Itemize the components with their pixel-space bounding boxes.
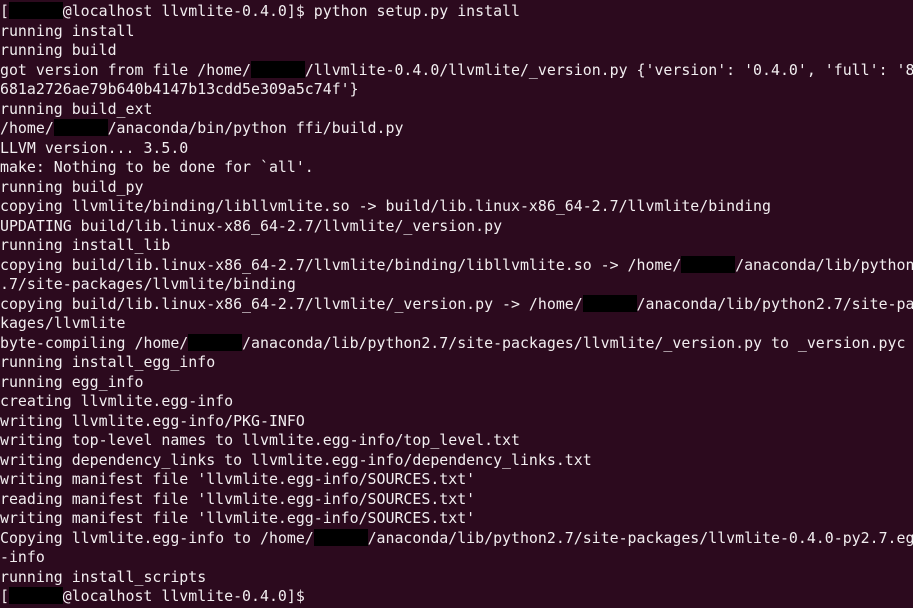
line-text: running install_lib	[0, 236, 171, 254]
line-text: writing manifest file 'llvmlite.egg-info…	[0, 470, 476, 488]
line-text: [	[0, 587, 9, 605]
line-text: running install_egg_info	[0, 353, 216, 371]
line-text: writing llvmlite.egg-info/PKG-INFO	[0, 411, 305, 430]
line-text: running build	[0, 41, 117, 59]
line-text: reading manifest file 'llvmlite.egg-info…	[0, 489, 476, 508]
redacted-username	[188, 333, 243, 351]
output-line: creating llvmlite.egg-info	[0, 392, 913, 412]
output-line: running build_py	[0, 178, 913, 198]
line-text: running build_ext	[0, 99, 153, 118]
output-line: byte-compiling /home/ /anaconda/lib/pytho…	[0, 333, 913, 354]
output-line: .7/site-packages/llvmlite/binding	[0, 275, 913, 295]
line-text: running install_scripts	[0, 567, 207, 586]
output-line: make: Nothing to be done for `all'.	[0, 158, 913, 178]
output-line: writing dependency_links to llvmlite.egg…	[0, 451, 913, 471]
output-line: running egg_info	[0, 373, 913, 393]
output-line: running install_lib	[0, 236, 913, 256]
line-text: [	[0, 2, 9, 20]
line-text: kages/llvmlite	[0, 314, 126, 332]
line-text: /anaconda/lib/python2	[735, 255, 913, 274]
line-text: running install	[0, 21, 135, 40]
line-text: copying build/lib.linux-x86_64-2.7/llvml…	[0, 255, 682, 274]
output-line: Copying llvmlite.egg-info to /home/ /anac…	[0, 528, 913, 549]
output-line: kages/llvmlite	[0, 314, 913, 334]
line-text: LLVM version... 3.5.0	[0, 138, 189, 157]
redacted-username	[251, 60, 305, 78]
output-line: running install_scripts	[0, 568, 913, 588]
output-line: writing top-level names to llvmlite.egg-…	[0, 431, 913, 451]
output-line: copying build/lib.linux-x86_64-2.7/llvml…	[0, 255, 913, 276]
line-text: /anaconda/bin/python ffi/build.py	[107, 119, 404, 137]
line-text: UPDATING build/lib.linux-x86_64-2.7/llvm…	[0, 216, 503, 235]
line-text: 681a2726ae79b640b4147b13cdd5e309a5c74f'}	[0, 80, 359, 98]
output-line: reading manifest file 'llvmlite.egg-info…	[0, 490, 913, 510]
output-line: writing llvmlite.egg-info/PKG-INFO	[0, 412, 913, 432]
output-line: got version from file /home/ /llvmlite-0.…	[0, 60, 913, 81]
line-text: copying llvmlite/binding/libllvmlite.so …	[0, 197, 771, 215]
output-line: UPDATING build/lib.linux-x86_64-2.7/llvm…	[0, 217, 913, 237]
line-text: make: Nothing to be done for `all'.	[0, 158, 314, 176]
line-text: /anaconda/lib/python2.7/site-pac	[636, 294, 913, 313]
output-line: running build_ext	[0, 100, 913, 120]
line-text: copying build/lib.linux-x86_64-2.7/llvml…	[0, 294, 583, 313]
output-line: running build	[0, 41, 913, 61]
line-text: /llvmlite-0.4.0/llvmlite/_version.py {'v…	[304, 60, 913, 79]
line-text: running egg_info	[0, 372, 144, 391]
line-text: byte-compiling /home/	[0, 333, 189, 352]
terminal-output[interactable]: [ @localhost llvmlite-0.4.0]$ python setu…	[0, 0, 913, 608]
output-line: writing manifest file 'llvmlite.egg-info…	[0, 509, 913, 529]
line-text: writing manifest file 'llvmlite.egg-info…	[0, 509, 476, 527]
output-line: LLVM version... 3.5.0	[0, 139, 913, 159]
line-text: @localhost llvmlite-0.4.0]$ python setup…	[62, 2, 520, 20]
redacted-username	[582, 294, 637, 312]
line-text: .7/site-packages/llvmlite/binding	[0, 275, 296, 293]
line-text: running build_py	[0, 177, 144, 196]
line-text: /anaconda/lib/python2.7/site-packages/ll…	[367, 528, 913, 547]
redacted-username	[8, 2, 63, 19]
shell-prompt-line: [ @localhost llvmlite-0.4.0]$ python setu…	[0, 2, 913, 22]
output-line: writing manifest file 'llvmlite.egg-info…	[0, 470, 913, 490]
redacted-username	[681, 255, 736, 273]
output-line: copying build/lib.linux-x86_64-2.7/llvml…	[0, 294, 913, 315]
line-text: /anaconda/lib/python2.7/site-packages/ll…	[242, 333, 906, 352]
line-text: /home/	[0, 119, 54, 137]
output-line: running install	[0, 22, 913, 42]
line-text: writing dependency_links to llvmlite.egg…	[0, 450, 592, 469]
redacted-username	[8, 587, 63, 604]
shell-prompt-line: [ @localhost llvmlite-0.4.0]$	[0, 587, 913, 607]
output-line: 681a2726ae79b640b4147b13cdd5e309a5c74f'}	[0, 80, 913, 100]
line-text: got version from file /home/	[0, 60, 252, 79]
output-line: -info	[0, 548, 913, 568]
line-text: @localhost llvmlite-0.4.0]$	[62, 587, 305, 605]
line-text: -info	[0, 548, 45, 566]
output-line: copying llvmlite/binding/libllvmlite.so …	[0, 197, 913, 217]
output-line: /home/ /anaconda/bin/python ffi/build.py	[0, 119, 913, 139]
redacted-username	[313, 528, 368, 546]
output-line: running install_egg_info	[0, 353, 913, 373]
line-text: creating llvmlite.egg-info	[0, 392, 234, 410]
redacted-username	[53, 119, 108, 136]
line-text: Copying llvmlite.egg-info to /home/	[0, 528, 314, 547]
line-text: writing top-level names to llvmlite.egg-…	[0, 431, 520, 449]
